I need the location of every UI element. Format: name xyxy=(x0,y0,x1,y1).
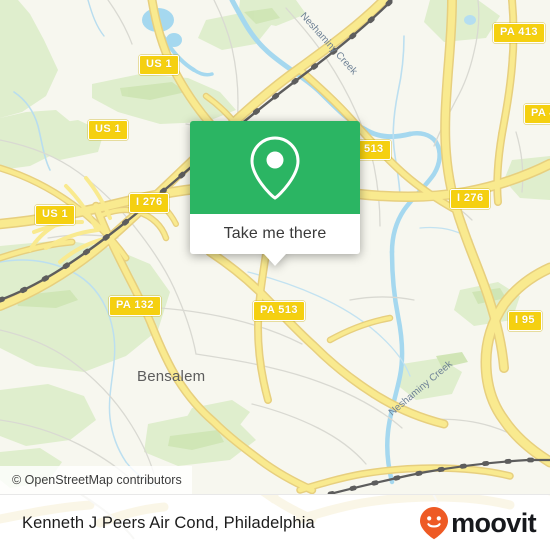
popup-action-area[interactable]: Take me there xyxy=(190,214,360,266)
road-shield: PA 513 xyxy=(253,301,305,321)
map-pin-icon xyxy=(250,135,300,200)
map-canvas[interactable]: Neshaminy Creek Neshaminy Creek US 1 US 1… xyxy=(0,0,550,494)
moovit-logo[interactable]: moovit xyxy=(419,506,537,540)
popup-tail xyxy=(264,254,286,266)
moovit-wordmark: moovit xyxy=(451,507,537,538)
moovit-map-page: Neshaminy Creek Neshaminy Creek US 1 US 1… xyxy=(0,0,550,550)
popup-image-area xyxy=(190,121,360,214)
road-shield: US 1 xyxy=(139,55,180,75)
road-shield: US 1 xyxy=(35,205,76,225)
road-shield: US 1 xyxy=(88,120,129,140)
osm-attribution[interactable]: © OpenStreetMap contributors xyxy=(0,466,192,494)
place-label: Bensalem xyxy=(137,368,206,385)
take-me-there-label: Take me there xyxy=(223,225,327,242)
location-popup[interactable]: Take me there xyxy=(190,121,360,266)
footer-bar: Kenneth J Peers Air Cond, Philadelphia m… xyxy=(0,494,550,550)
road-shield: I 276 xyxy=(129,193,170,213)
road-shield: I 95 xyxy=(508,311,542,331)
footer-content: Kenneth J Peers Air Cond, Philadelphia m… xyxy=(0,495,550,550)
road-shield: 513 xyxy=(357,140,391,160)
moovit-pin-smiley-icon xyxy=(420,507,449,540)
road-shield: I 276 xyxy=(450,189,491,209)
road-shield: PA 132 xyxy=(109,296,161,316)
road-shield: PA 413 xyxy=(493,23,545,43)
road-shield: PA 4 xyxy=(524,104,550,124)
location-title: Kenneth J Peers Air Cond, Philadelphia xyxy=(22,513,315,532)
